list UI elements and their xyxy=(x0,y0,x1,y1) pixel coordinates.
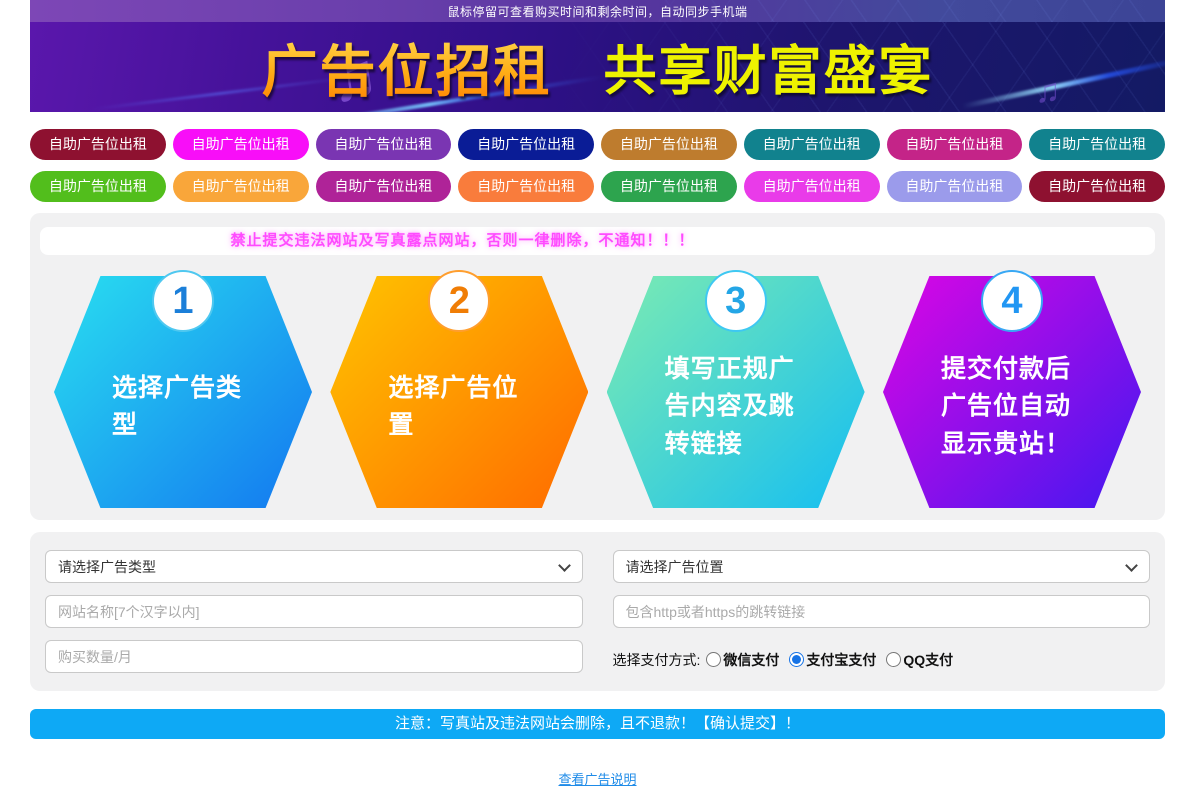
step-number-badge: 4 xyxy=(980,270,1043,332)
payment-radio[interactable] xyxy=(886,652,902,667)
banner-title-sub: 共享财富盛宴 xyxy=(603,42,934,101)
step-number-badge: 1 xyxy=(152,270,214,332)
ad-slot-button[interactable]: 自助广告位出租 xyxy=(315,129,452,160)
payment-option-支付宝支付[interactable]: 支付宝支付 xyxy=(789,650,876,670)
ad-slot-button[interactable]: 自助广告位出租 xyxy=(1029,171,1165,202)
ad-slot-button[interactable]: 自助广告位出租 xyxy=(172,171,309,202)
ad-slot-button[interactable]: 自助广告位出租 xyxy=(886,129,1023,160)
link-field xyxy=(612,595,1150,628)
step-number: 1 xyxy=(172,280,194,322)
step-number: 4 xyxy=(1001,280,1023,322)
step-number-badge: 3 xyxy=(704,270,767,332)
banner-title-main: 广告位招租 xyxy=(262,27,552,108)
step-item: 填写正规广告内容及跳转链接 3 xyxy=(606,270,865,510)
ad-position-field: 请选择广告位置 xyxy=(612,550,1150,583)
ad-slot-button[interactable]: 自助广告位出租 xyxy=(30,129,166,160)
step-text: 填写正规广告内容及跳转链接 xyxy=(664,354,795,458)
ad-help-link[interactable]: 查看广告说明 xyxy=(558,772,636,787)
ad-slot-button[interactable]: 自助广告位出租 xyxy=(172,129,309,160)
topbar: 鼠标停留可查看购买时间和剩余时间，自动同步手机端 xyxy=(30,0,1165,22)
ad-slot-button[interactable]: 自助广告位出租 xyxy=(601,129,737,160)
step-item: 选择广告类型 1 xyxy=(54,270,312,510)
banner: ♫ ♫ 广告位招租 共享财富盛宴 xyxy=(30,22,1165,112)
ad-type-field: 请选择广告类型 xyxy=(45,550,583,583)
payment-options: 微信支付 支付宝支付 QQ支付 xyxy=(706,650,963,670)
step-text: 选择广告位置 xyxy=(388,373,519,440)
steps-card: 禁止提交违法网站及写真露点网站，否则一律删除，不通知！！！ 选择广告类型 1 选择广… xyxy=(30,213,1165,520)
step-number: 3 xyxy=(725,280,747,322)
payment-option-QQ支付[interactable]: QQ支付 xyxy=(886,650,953,670)
ad-buttons-row-1: 自助广告位出租 自助广告位出租 自助广告位出租 自助广告位出租 自助广告位出租 自助广告位… xyxy=(30,129,1165,160)
ad-slot-button[interactable]: 自助广告位出租 xyxy=(458,171,594,202)
step-item: 选择广告位置 2 xyxy=(330,270,589,510)
help-row: 查看广告说明 xyxy=(30,769,1165,789)
payment-method-label: 选择支付方式: xyxy=(612,651,701,668)
step-number: 2 xyxy=(448,280,470,322)
ad-buttons-row-2: 自助广告位出租 自助广告位出租 自助广告位出租 自助广告位出租 自助广告位出租 自助广告位… xyxy=(30,171,1165,202)
order-form: 请选择广告类型 请选择广告位置 选择支付方式: 微信支付 支付宝支付 QQ支付 xyxy=(30,532,1165,691)
quantity-field xyxy=(45,640,583,673)
payment-option-微信支付[interactable]: 微信支付 xyxy=(706,650,779,670)
link-input[interactable] xyxy=(612,595,1150,628)
ad-buttons-section: 自助广告位出租 自助广告位出租 自助广告位出租 自助广告位出租 自助广告位出租 自助广告位… xyxy=(30,129,1165,202)
payment-method-row: 选择支付方式: 微信支付 支付宝支付 QQ支付 xyxy=(613,640,1151,673)
ad-slot-button[interactable]: 自助广告位出租 xyxy=(601,171,737,202)
site-name-field xyxy=(45,595,583,628)
ad-slot-button[interactable]: 自助广告位出租 xyxy=(1029,129,1165,160)
payment-radio[interactable] xyxy=(706,652,722,667)
ad-slot-button[interactable]: 自助广告位出租 xyxy=(886,171,1023,202)
quantity-input[interactable] xyxy=(45,640,583,673)
step-text: 选择广告类型 xyxy=(112,373,243,440)
warning-banner: 禁止提交违法网站及写真露点网站，否则一律删除，不通知！！！ xyxy=(40,227,1155,255)
ad-slot-button[interactable]: 自助广告位出租 xyxy=(30,171,166,202)
ad-slot-button[interactable]: 自助广告位出租 xyxy=(315,171,452,202)
page: 鼠标停留可查看购买时间和剩余时间，自动同步手机端 ♫ ♫ 广告位招租 共享财富盛… xyxy=(30,0,1165,789)
confirm-submit-button[interactable]: 注意：写真站及违法网站会删除，且不退款！【确认提交】！ xyxy=(30,709,1165,739)
step-item: 提交付款后广告位自动显示贵站！ 4 xyxy=(882,270,1141,510)
payment-option-label: 微信支付 xyxy=(723,651,780,668)
steps-row: 选择广告类型 1 选择广告位置 2 填写正规广告内容及跳转链接 3 提交付款后广告位自动显示… xyxy=(40,270,1155,510)
ad-slot-button[interactable]: 自助广告位出租 xyxy=(743,129,880,160)
ad-slot-button[interactable]: 自助广告位出租 xyxy=(743,171,880,202)
step-text: 提交付款后广告位自动显示贵站！ xyxy=(940,354,1071,458)
payment-option-label: QQ支付 xyxy=(903,651,954,668)
topbar-notice: 鼠标停留可查看购买时间和剩余时间，自动同步手机端 xyxy=(447,4,748,19)
site-name-input[interactable] xyxy=(45,595,583,628)
ad-type-select[interactable]: 请选择广告类型 xyxy=(45,550,583,583)
step-number-badge: 2 xyxy=(428,270,491,332)
payment-option-label: 支付宝支付 xyxy=(806,651,877,668)
ad-slot-button[interactable]: 自助广告位出租 xyxy=(458,129,594,160)
payment-radio[interactable] xyxy=(789,652,805,667)
ad-position-select[interactable]: 请选择广告位置 xyxy=(612,550,1150,583)
